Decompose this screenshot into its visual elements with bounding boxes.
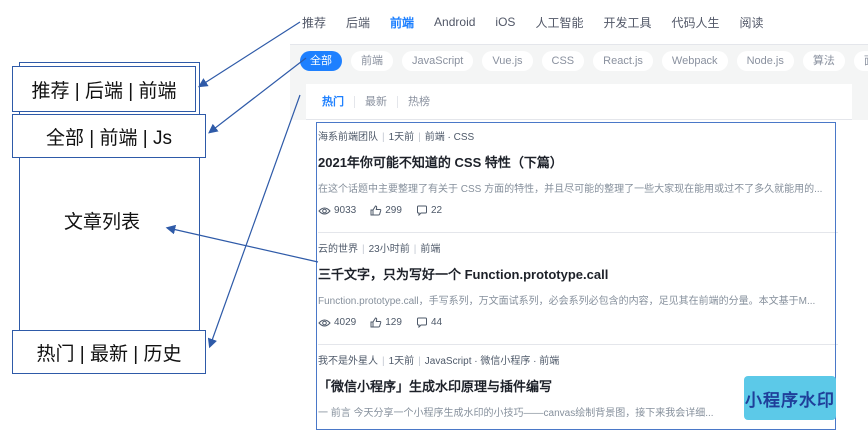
article-time: 1天前 <box>388 132 415 143</box>
article-meta: 我不是外星人 | 1天前 | JavaScript · 微信小程序 · 前端 <box>318 356 560 367</box>
comment-icon <box>416 317 427 328</box>
tag-nodejs[interactable]: Node.js <box>736 50 794 71</box>
nav-item-frontend[interactable]: 前端 <box>390 14 414 31</box>
nav-item-reading[interactable]: 阅读 <box>739 14 763 31</box>
tag-all[interactable]: 全部 <box>300 50 342 71</box>
nav-item-devtools[interactable]: 开发工具 <box>603 14 651 31</box>
tag-interview[interactable]: 面试 <box>853 50 868 71</box>
article-abstract: Function.prototype.call，手写系列，万文面试系列，必会系列… <box>318 296 816 307</box>
eye-icon <box>318 207 331 214</box>
article-meta: 海系前端团队 | 1天前 | 前端 · CSS <box>318 132 475 143</box>
annotation-top-nav: 推荐 | 后端 | 前端 <box>12 66 196 112</box>
sort-tabs: 热门 最新 热榜 <box>306 84 852 120</box>
tag-reactjs[interactable]: React.js <box>593 50 653 71</box>
annotation-tag-bar: 全部 | 前端 | Js <box>12 114 206 158</box>
comments-stat[interactable]: 44 <box>416 317 442 328</box>
article-title[interactable]: 2021年你可能不知道的 CSS 特性（下篇） <box>318 152 838 171</box>
nav-item-android[interactable]: Android <box>434 15 475 29</box>
article-abstract: 在这个话题中主要整理了有关于 CSS 方面的特性，并且尽可能的整理了一些大家现在… <box>318 184 823 195</box>
views-stat[interactable]: 9033 <box>318 205 356 216</box>
thumbs-up-icon <box>370 205 382 216</box>
likes-stat[interactable]: 129 <box>370 317 402 328</box>
nav-item-ios[interactable]: iOS <box>495 15 515 29</box>
article-stats: 9033 299 22 <box>318 205 838 216</box>
article-tags[interactable]: JavaScript · 微信小程序 · 前端 <box>425 356 559 367</box>
article-author[interactable]: 云的世界 <box>318 244 358 255</box>
article-title[interactable]: 三千文字，只为写好一个 Function.prototype.call <box>318 264 838 283</box>
article-author[interactable]: 海系前端团队 <box>318 132 378 143</box>
article-meta: 云的世界 | 23小时前 | 前端 <box>318 244 441 255</box>
comments-count: 22 <box>430 205 443 216</box>
article-tags[interactable]: 前端 · CSS <box>425 132 474 143</box>
list-item[interactable]: 海系前端团队 | 1天前 | 前端 · CSS 2021年你可能不知道的 CSS 特性（… <box>318 128 838 233</box>
tab-hot[interactable]: 热门 <box>322 95 355 108</box>
tag-bar: 全部 前端 JavaScript Vue.js CSS React.js Web… <box>290 44 868 76</box>
sort-tabs-area: 热门 最新 热榜 <box>290 76 868 120</box>
tab-ranking[interactable]: 热榜 <box>398 96 440 108</box>
article-stats: 4029 129 44 <box>318 317 838 328</box>
comment-icon <box>416 205 427 216</box>
article-author[interactable]: 我不是外星人 <box>318 356 378 367</box>
watermark-logo: 小程序水印 <box>744 376 836 420</box>
tab-latest[interactable]: 最新 <box>355 95 398 108</box>
tag-vuejs[interactable]: Vue.js <box>482 50 533 71</box>
annotation-sort-tabs: 热门 | 最新 | 历史 <box>12 330 206 374</box>
eye-icon <box>318 319 331 326</box>
tag-frontend[interactable]: 前端 <box>351 50 393 71</box>
views-count: 9033 <box>334 205 357 216</box>
nav-item-backend[interactable]: 后端 <box>346 14 370 31</box>
thumbs-up-icon <box>370 317 382 328</box>
article-tags[interactable]: 前端 <box>420 244 440 255</box>
top-nav: 推荐 后端 前端 Android iOS 人工智能 开发工具 代码人生 阅读 <box>290 0 868 44</box>
annotation-article-list: 文章列表 <box>64 212 141 233</box>
list-item[interactable]: 云的世界 | 23小时前 | 前端 三千文字，只为写好一个 Function.proto… <box>318 240 838 345</box>
comments-stat[interactable]: 22 <box>416 205 442 216</box>
likes-count: 129 <box>385 317 402 328</box>
comments-count: 44 <box>430 317 443 328</box>
likes-stat[interactable]: 299 <box>370 205 402 216</box>
tag-webpack[interactable]: Webpack <box>661 50 728 71</box>
tag-css[interactable]: CSS <box>541 50 585 71</box>
article-time: 1天前 <box>388 356 415 367</box>
nav-item-ai[interactable]: 人工智能 <box>535 14 583 31</box>
nav-item-recommend[interactable]: 推荐 <box>302 14 326 31</box>
arrow-to-sort-tabs <box>207 94 301 349</box>
nav-item-code-life[interactable]: 代码人生 <box>671 14 719 31</box>
article-time: 23小时前 <box>368 244 410 255</box>
arrow-to-top-nav <box>197 21 301 88</box>
tag-javascript[interactable]: JavaScript <box>402 50 474 71</box>
views-stat[interactable]: 4029 <box>318 317 356 328</box>
likes-count: 299 <box>385 205 402 216</box>
views-count: 4029 <box>334 317 357 328</box>
tag-algorithm[interactable]: 算法 <box>802 50 845 71</box>
